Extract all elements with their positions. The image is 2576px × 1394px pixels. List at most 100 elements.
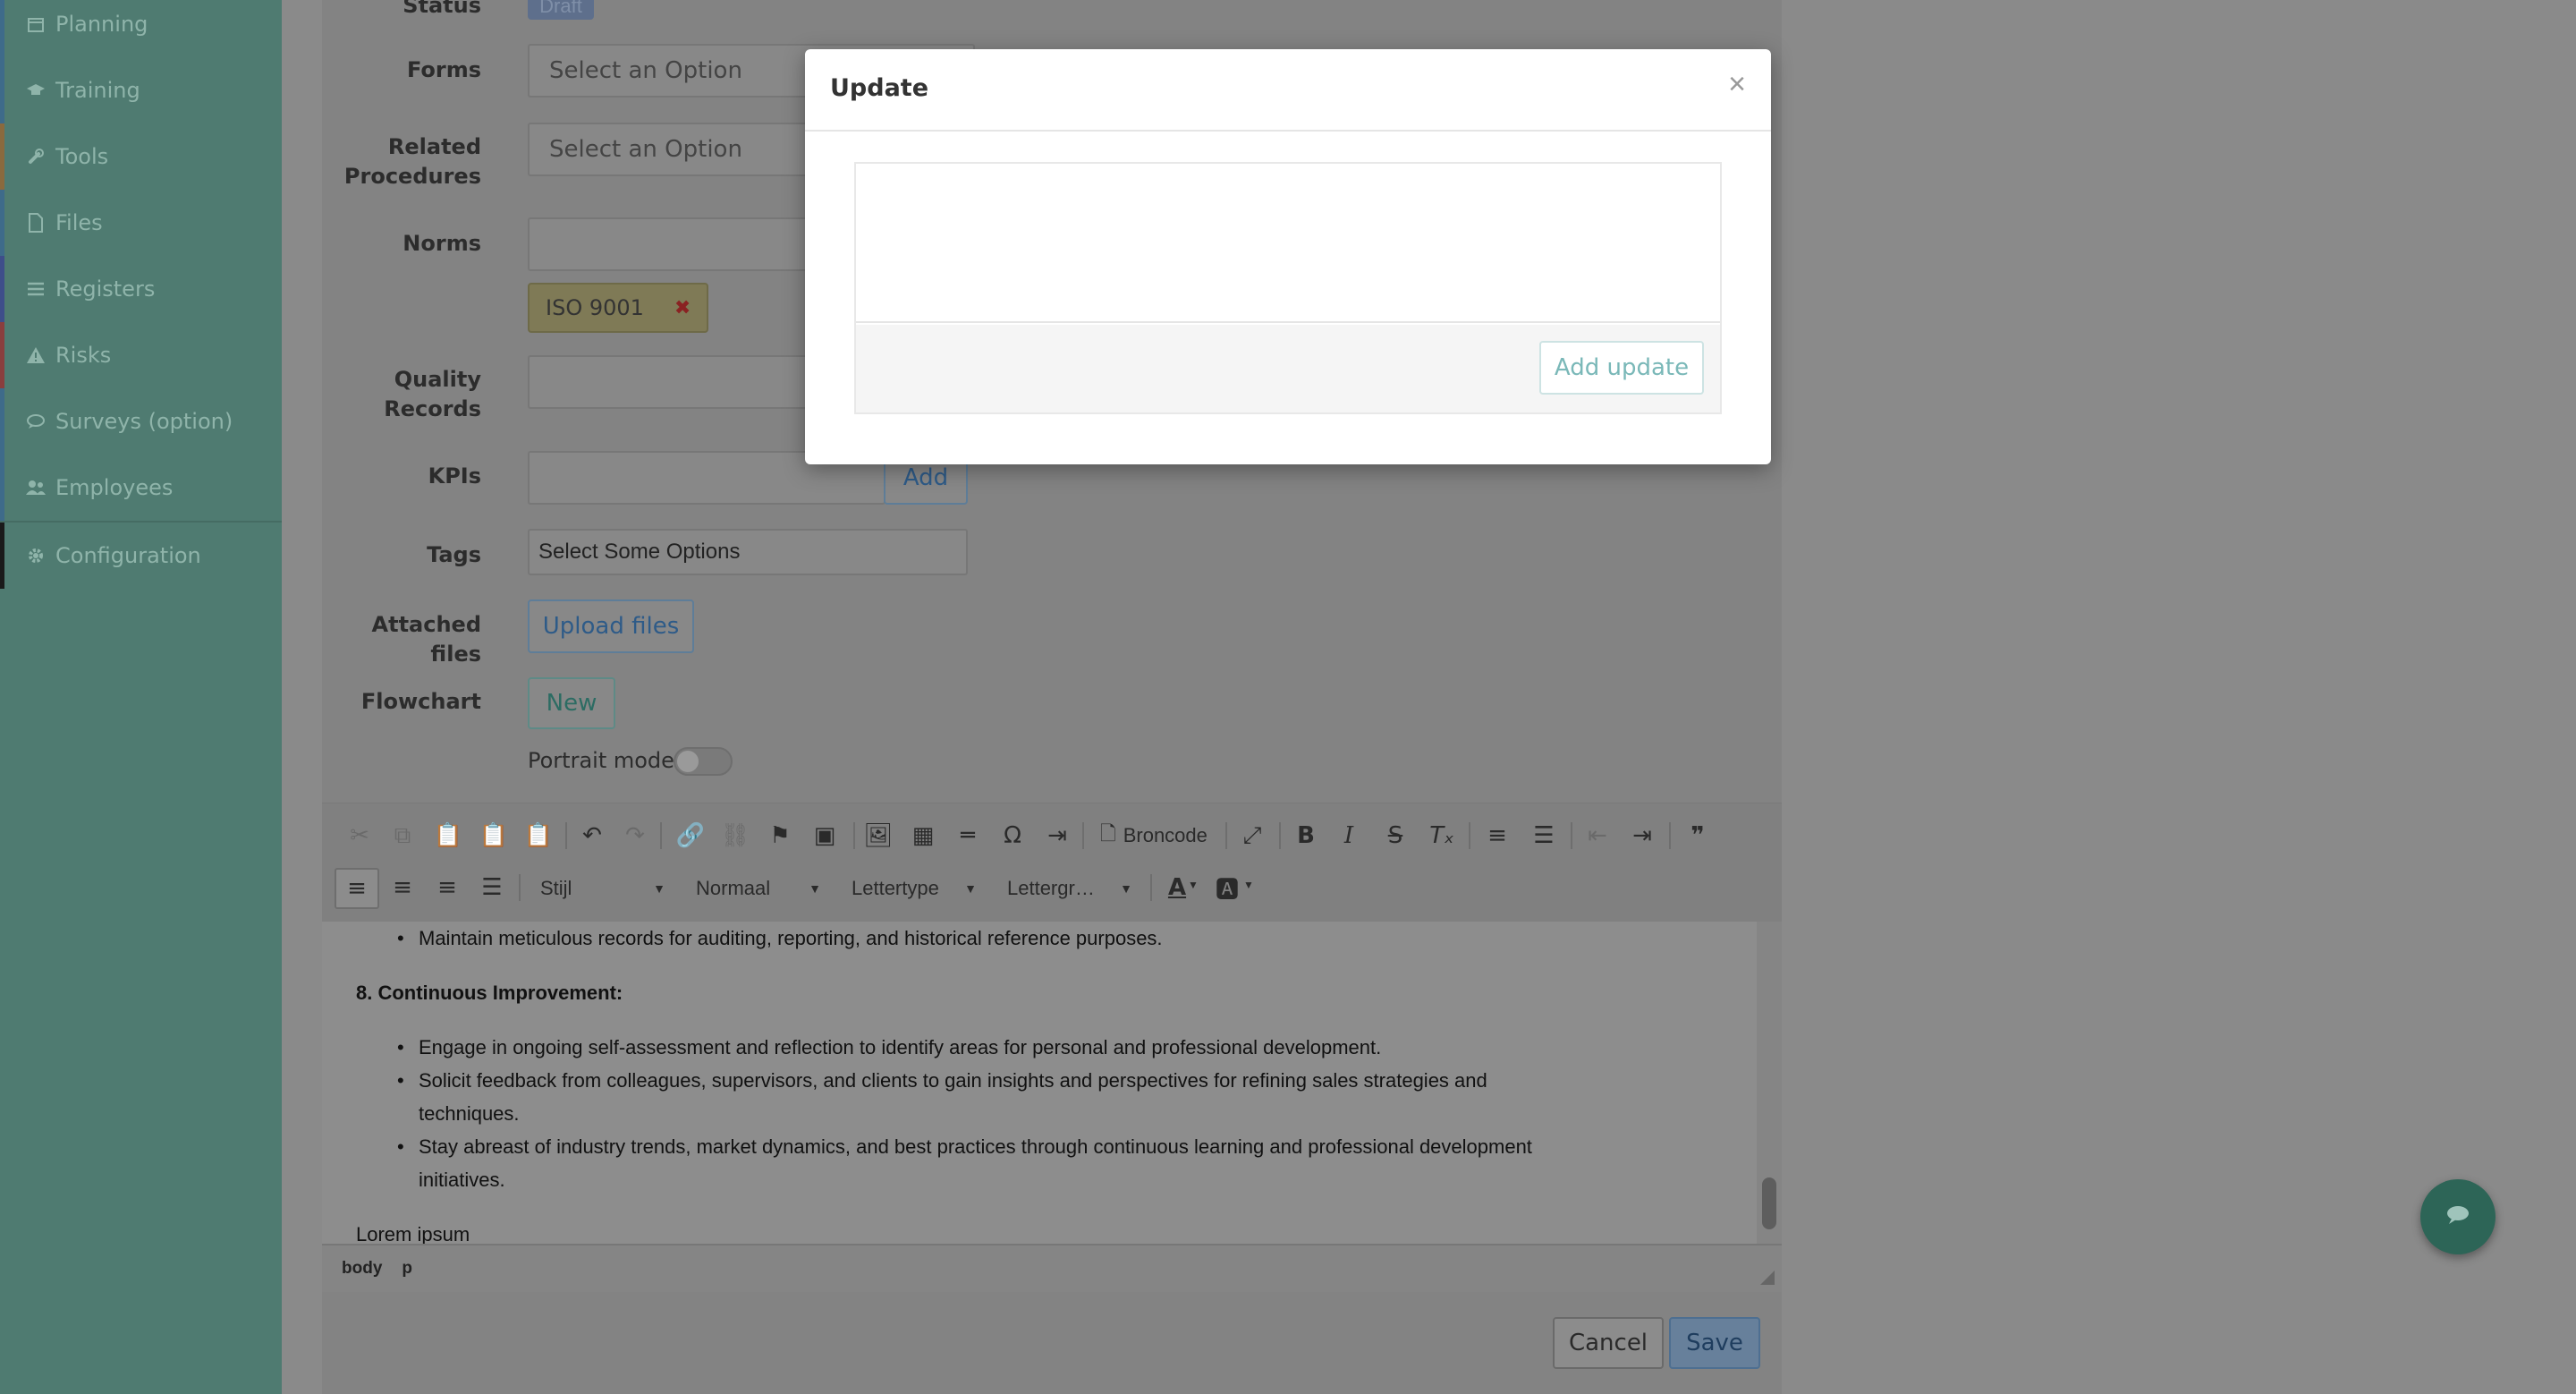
table-icon[interactable]: ▦ xyxy=(902,814,945,857)
graduation-cap-icon xyxy=(25,80,47,101)
special-char-icon[interactable]: Ω xyxy=(991,814,1034,857)
toolbar-separator xyxy=(1225,822,1227,849)
accent-bar xyxy=(0,322,4,388)
list-item: Maintain meticulous records for auditing… xyxy=(322,922,1757,955)
update-modal: Update × Add update xyxy=(805,49,1771,464)
sidebar: Planning Training Tools Files Registers xyxy=(0,0,282,1394)
align-justify-icon[interactable]: ☰ xyxy=(470,866,513,909)
paste-icon[interactable]: 📋 xyxy=(427,814,470,857)
path-item-p[interactable]: p xyxy=(402,1259,412,1279)
list-icon xyxy=(25,278,47,300)
align-right-icon[interactable]: ≡ xyxy=(426,866,469,909)
sidebar-item-configuration[interactable]: Configuration xyxy=(0,523,282,589)
paste-text-icon[interactable]: 📋 xyxy=(472,814,515,857)
toggle-knob xyxy=(677,751,699,772)
sidebar-item-label: Configuration xyxy=(55,543,201,568)
add-update-button[interactable]: Add update xyxy=(1539,341,1704,395)
link-icon[interactable]: 🔗 xyxy=(669,814,712,857)
close-icon[interactable]: × xyxy=(1728,69,1746,99)
background-color-icon[interactable]: 🅰 xyxy=(1206,866,1249,909)
source-label: Broncode xyxy=(1123,824,1208,846)
cancel-button[interactable]: Cancel xyxy=(1553,1317,1664,1369)
resize-handle[interactable] xyxy=(1760,1271,1775,1285)
style-dropdown[interactable]: Stijl ▼ xyxy=(540,870,665,907)
page-icon[interactable]: ▣ xyxy=(803,814,846,857)
list-item-line: techniques. xyxy=(419,1102,520,1125)
cut-icon[interactable]: ✂ xyxy=(338,814,381,857)
outdent-icon[interactable]: ⇤ xyxy=(1576,814,1619,857)
editor-content[interactable]: Maintain meticulous records for auditing… xyxy=(322,922,1757,1244)
bullet-list-icon[interactable]: ☰ xyxy=(1522,814,1565,857)
update-text-area[interactable] xyxy=(856,164,1720,323)
sidebar-item-label: Employees xyxy=(55,475,174,500)
paste-word-icon[interactable]: 📋 xyxy=(517,814,560,857)
path-item-body[interactable]: body xyxy=(342,1259,382,1279)
sidebar-item-training[interactable]: Training xyxy=(0,57,282,123)
page-break-icon[interactable]: ⇥ xyxy=(1036,814,1079,857)
align-center-icon[interactable]: ≡ xyxy=(381,866,424,909)
caret-down-icon[interactable]: ▼ xyxy=(1188,879,1199,891)
sidebar-item-employees[interactable]: Employees xyxy=(0,455,282,521)
scrollbar-thumb[interactable] xyxy=(1762,1177,1776,1229)
horizontal-rule-icon[interactable]: ═ xyxy=(946,814,989,857)
font-size-dropdown-label: Lettergr… xyxy=(1007,877,1095,899)
sidebar-item-planning[interactable]: Planning xyxy=(0,0,282,57)
maximize-icon[interactable]: ⤢ xyxy=(1231,814,1274,857)
font-dropdown[interactable]: Lettertype ▼ xyxy=(852,870,977,907)
align-left-icon[interactable]: ≡ xyxy=(335,868,379,909)
chat-button[interactable] xyxy=(2420,1179,2496,1254)
source-code-button[interactable]: 🗋 Broncode xyxy=(1100,814,1208,857)
portrait-mode-toggle[interactable] xyxy=(674,747,733,776)
sidebar-item-tools[interactable]: Tools xyxy=(0,123,282,190)
sidebar-item-risks[interactable]: Risks xyxy=(0,322,282,388)
toolbar-separator xyxy=(1150,874,1152,901)
image-icon[interactable]: 🖼 xyxy=(857,814,900,857)
norms-label: Norms xyxy=(402,231,481,256)
strikethrough-icon[interactable]: S xyxy=(1374,814,1417,857)
users-icon xyxy=(25,477,47,498)
tags-label: Tags xyxy=(427,542,481,567)
font-dropdown-label: Lettertype xyxy=(852,877,939,899)
toolbar-separator xyxy=(853,822,855,849)
indent-icon[interactable]: ⇥ xyxy=(1621,814,1664,857)
calendar-icon xyxy=(25,13,47,35)
sidebar-item-registers[interactable]: Registers xyxy=(0,256,282,322)
remove-tag-icon[interactable]: ✖ xyxy=(674,297,691,319)
blockquote-icon[interactable]: ❞ xyxy=(1676,814,1719,857)
toolbar-separator xyxy=(519,874,521,901)
unlink-icon[interactable]: ⛓ xyxy=(714,814,757,857)
sidebar-item-files[interactable]: Files xyxy=(0,190,282,256)
tags-select[interactable]: Select Some Options xyxy=(528,529,968,575)
quality-label-line2: Records xyxy=(384,396,481,421)
flowchart-new-button[interactable]: New xyxy=(528,677,615,729)
caret-down-icon[interactable]: ▼ xyxy=(1243,879,1254,891)
list-item-line: Solicit feedback from colleagues, superv… xyxy=(419,1069,1487,1092)
caret-down-icon: ▼ xyxy=(964,881,977,896)
anchor-flag-icon[interactable]: ⚑ xyxy=(758,814,801,857)
numbered-list-icon[interactable]: ≡ xyxy=(1476,814,1519,857)
save-button[interactable]: Save xyxy=(1669,1317,1760,1369)
italic-icon[interactable]: I xyxy=(1327,814,1370,857)
remove-format-icon[interactable]: Tₓ xyxy=(1420,814,1463,857)
status-label: Status xyxy=(402,0,481,18)
toolbar-separator xyxy=(1279,822,1281,849)
related-label-line2: Procedures xyxy=(343,164,481,189)
sidebar-item-surveys[interactable]: Surveys (option) xyxy=(0,388,282,455)
undo-icon[interactable]: ↶ xyxy=(571,814,614,857)
gear-icon xyxy=(25,545,47,566)
format-dropdown[interactable]: Normaal ▼ xyxy=(696,870,821,907)
toolbar-separator xyxy=(660,822,662,849)
kpis-label: KPIs xyxy=(428,463,481,489)
font-size-dropdown[interactable]: Lettergr… ▼ xyxy=(1007,870,1132,907)
comments-icon xyxy=(25,411,47,432)
bold-icon[interactable]: B xyxy=(1284,814,1327,857)
editor-scrollbar[interactable] xyxy=(1757,922,1782,1244)
copy-icon[interactable]: ⧉ xyxy=(381,814,424,857)
upload-files-button[interactable]: Upload files xyxy=(528,599,694,653)
toolbar-separator xyxy=(565,822,567,849)
redo-icon[interactable]: ↷ xyxy=(614,814,657,857)
list-item-line: Stay abreast of industry trends, market … xyxy=(419,1135,1532,1158)
sidebar-item-label: Files xyxy=(55,210,103,235)
toolbar-separator xyxy=(1469,822,1470,849)
attached-label-line2: files xyxy=(430,642,481,667)
